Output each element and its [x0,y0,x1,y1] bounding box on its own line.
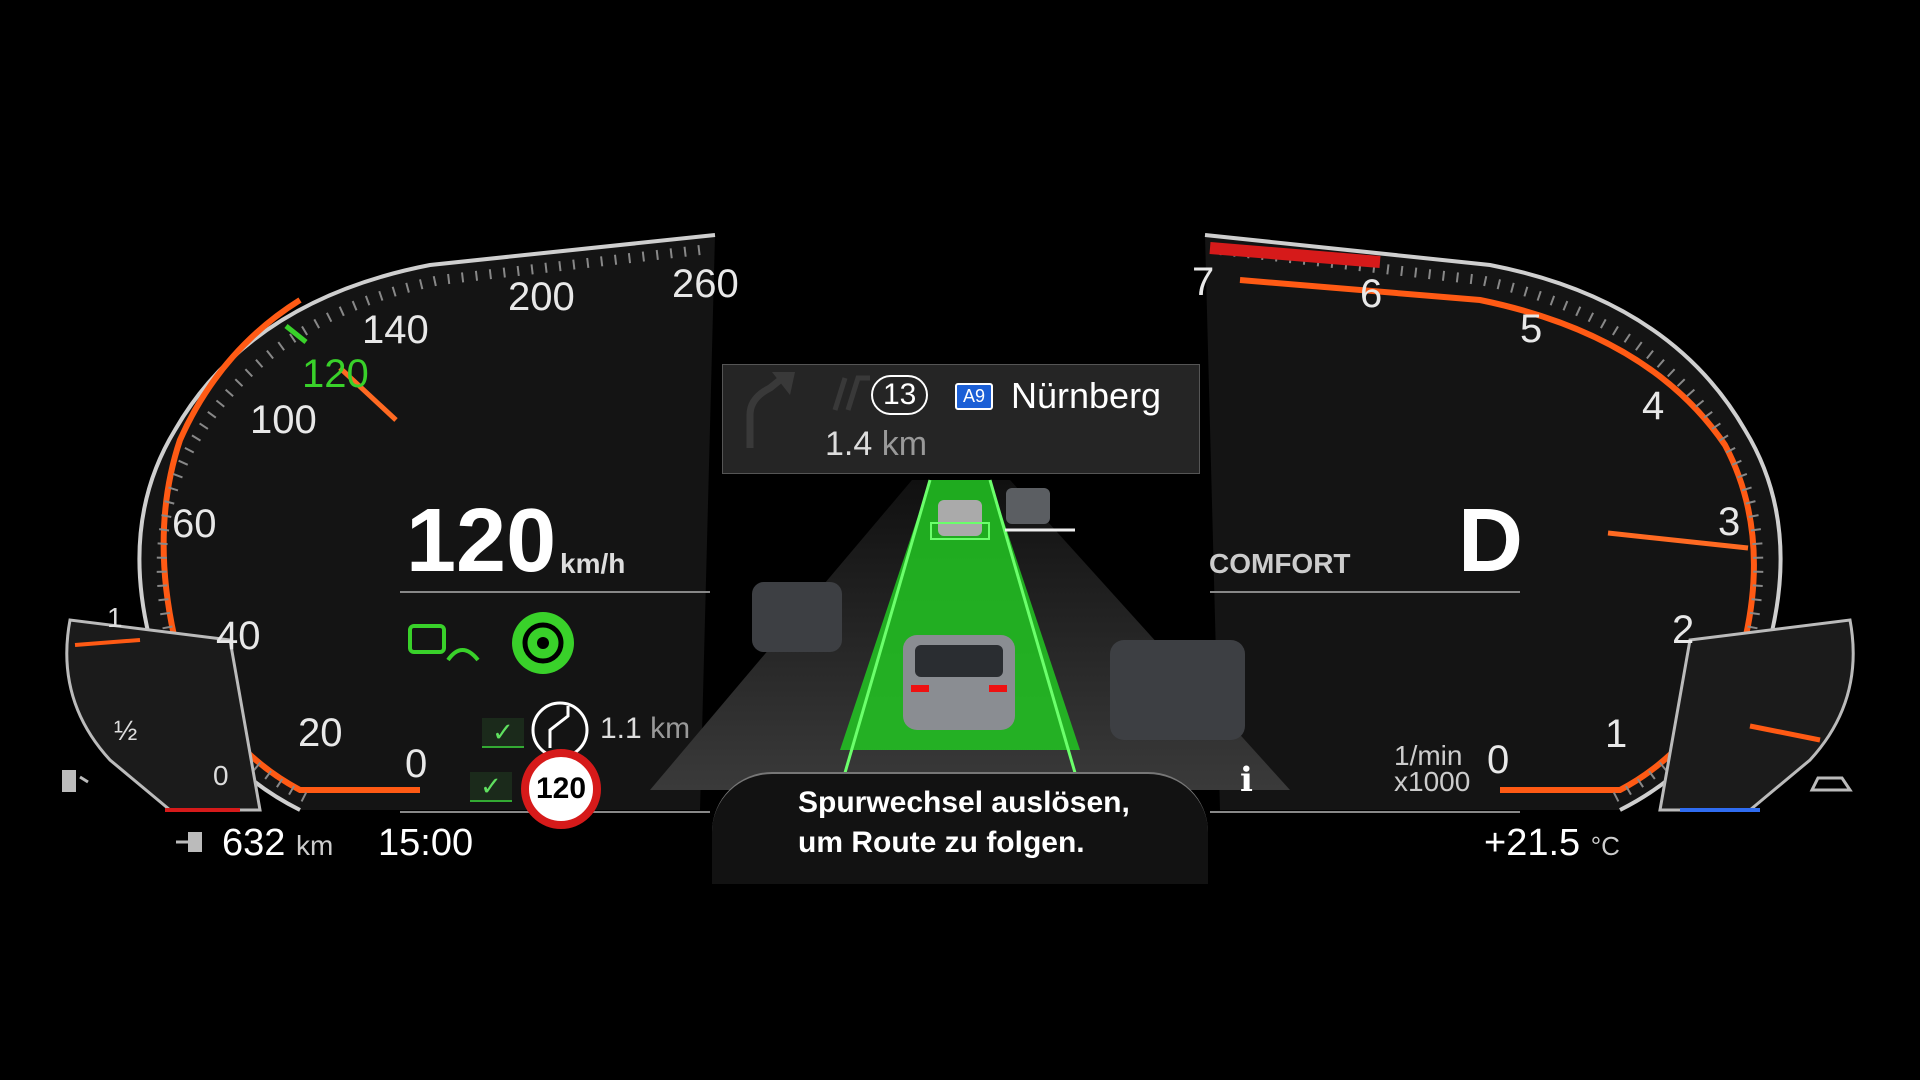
ego-vehicle [903,635,1015,730]
fuel-half-label: ½ [114,715,138,746]
message-line-2: um Route zu folgen. [798,826,1085,859]
steering-assist-icon [512,612,574,674]
speed-tick-260: 260 [672,262,739,306]
current-speed: 120 [406,491,557,591]
motorway-sign: A9 [955,383,994,410]
speed-tick-140: 140 [362,308,429,352]
vehicle-left [752,582,842,652]
range-unit: km [295,830,334,861]
speed-tick-20: 20 [298,711,343,755]
nav-distance: 1.4 km [825,425,927,464]
fuel-full-label: 1 [107,602,123,633]
drive-mode: COMFORT [1209,548,1351,579]
range-display: 632 km [222,822,333,865]
lane-change-check-icon: ✓ [482,718,524,748]
rpm-tick-7: 7 [1192,260,1215,304]
nav-distance-unit: km [881,425,928,463]
fuel-pump-icon [62,770,89,792]
rpm-multiplier: x1000 [1394,766,1471,797]
lane-change-distance: 1.1 km [600,712,690,746]
range-fuel-icon [176,832,202,852]
lane-change-distance-unit: km [650,712,691,745]
speed-tick-100: 100 [250,398,317,442]
rpm-tick-6: 6 [1360,272,1383,316]
speed-tick-40: 40 [216,614,261,658]
nav-distance-value: 1.4 [825,425,873,463]
rpm-tick-2: 2 [1672,608,1695,652]
speed-limit-check-icon: ✓ [470,772,512,802]
motorway-badge: A9 [955,383,994,410]
speed-tick-200: 200 [508,275,575,319]
fuel-empty-label: 0 [213,760,229,791]
message-line-1: Spurwechsel auslösen, [798,786,1130,819]
speed-tick-0: 0 [405,742,428,786]
range-value: 632 [222,822,286,864]
temperature-value: +21.5 [1484,822,1581,864]
lane-change-distance-value: 1.1 [600,712,642,745]
navigation-panel[interactable]: 13 A9 Nürnberg 1.4 km [722,364,1200,474]
exit-number-badge: 13 [871,375,929,415]
speed-tick-60: 60 [172,502,217,546]
clock: 15:00 [378,822,474,864]
speed-limit-sign: 120 [521,749,601,829]
vehicle-right-far [1006,488,1050,524]
lane-change-message[interactable]: Spurwechsel auslösen, um Route zu folgen… [712,772,1208,884]
temperature-unit: °C [1590,831,1620,861]
rpm-tick-3: 3 [1718,500,1741,544]
exit-number: 13 [871,375,929,415]
instrument-cluster: 0 20 40 60 100 120 140 200 260 120 km/h … [0,0,1920,1080]
set-speed-label: 120 [302,352,369,396]
outside-temperature: +21.5 °C [1484,822,1620,865]
destination: Nürnberg [1011,375,1162,416]
info-icon[interactable]: i [1240,760,1253,800]
lead-vehicle [930,500,990,540]
vehicle-right-near [1110,640,1245,740]
gauge-frame [62,233,1855,852]
speed-unit: km/h [560,548,626,579]
rpm-tick-0: 0 [1487,738,1510,782]
rpm-tick-5: 5 [1520,307,1543,351]
gear-indicator: D [1458,491,1523,591]
rpm-tick-1: 1 [1605,712,1628,756]
rpm-tick-4: 4 [1642,384,1665,428]
coolant-temp-icon [1809,776,1853,792]
